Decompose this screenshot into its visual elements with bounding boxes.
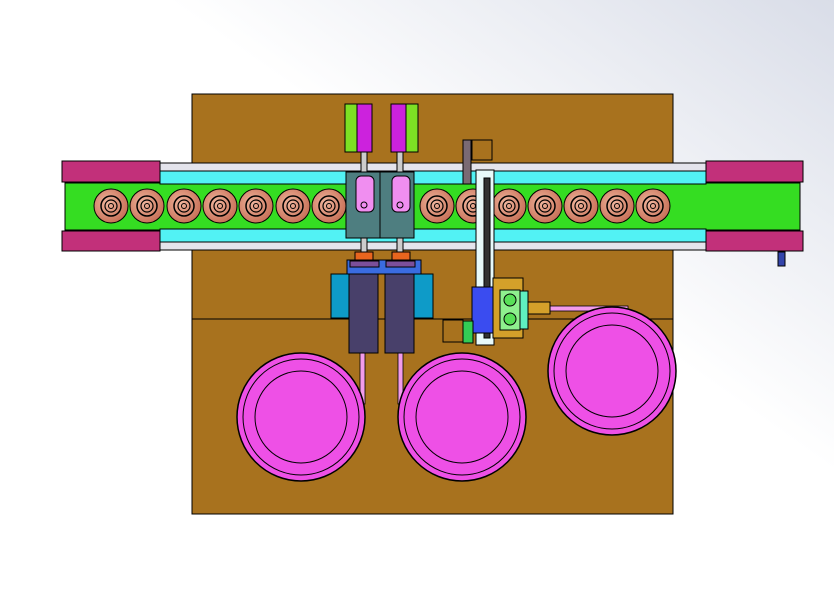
bowl-left (236, 352, 366, 482)
bowl-middle (397, 352, 527, 482)
roller (275, 188, 311, 224)
end-cap-left-bottom (61, 230, 161, 252)
rail-bottom-cyan (159, 228, 707, 243)
cad-viewport[interactable]: (function(){ const g=document.getElement… (0, 0, 834, 590)
roller (599, 188, 635, 224)
bowl-right (547, 306, 677, 436)
end-cap-right-bottom (705, 230, 804, 252)
rail-top-gray (159, 162, 707, 172)
roller (311, 188, 347, 224)
roller (491, 188, 527, 224)
roller (202, 188, 238, 224)
roller (563, 188, 599, 224)
roller (129, 188, 165, 224)
motor-knob (777, 251, 786, 267)
roller (527, 188, 563, 224)
roller (635, 188, 671, 224)
roller (419, 188, 455, 224)
rail-bottom-gray (159, 241, 707, 251)
roller (238, 188, 274, 224)
end-cap-left-top (61, 160, 161, 183)
roller (166, 188, 202, 224)
roller (93, 188, 129, 224)
end-cap-right-top (705, 160, 804, 183)
rail-top-cyan (159, 170, 707, 185)
